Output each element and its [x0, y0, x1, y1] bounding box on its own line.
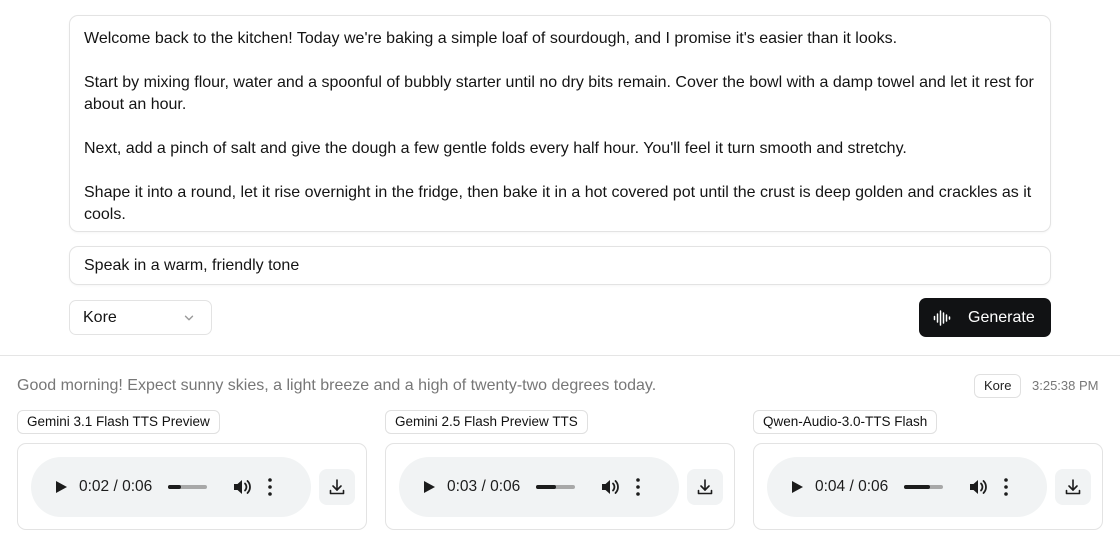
model-label: Gemini 2.5 Flash Preview TTS	[385, 410, 588, 434]
download-button[interactable]	[319, 469, 355, 505]
style-instructions-value: Speak in a warm, friendly tone	[84, 257, 300, 274]
audio-seek-bar[interactable]	[168, 485, 208, 489]
result-transcript: Good morning! Expect sunny skies, a ligh…	[17, 377, 657, 394]
script-paragraph: Next, add a pinch of salt and give the d…	[84, 140, 907, 157]
script-paragraph: Shape it into a round, let it rise overn…	[84, 184, 1032, 223]
audio-waveform-icon	[933, 309, 951, 326]
download-button[interactable]	[1055, 469, 1091, 505]
volume-icon[interactable]	[968, 477, 988, 497]
generate-label: Generate	[968, 308, 1035, 326]
more-vertical-icon[interactable]	[268, 478, 273, 496]
audio-time: 0:02 / 0:06	[79, 478, 153, 495]
result-voice-badge: Kore	[974, 374, 1022, 398]
volume-icon[interactable]	[232, 477, 252, 497]
download-icon	[329, 479, 345, 495]
style-instructions-input[interactable]: Speak in a warm, friendly tone	[69, 246, 1051, 285]
play-icon[interactable]	[54, 480, 68, 494]
script-paragraph: Start by mixing flour, water and a spoon…	[84, 74, 1034, 113]
voice-select[interactable]: Kore	[69, 300, 212, 335]
script-textarea[interactable]: Welcome back to the kitchen! Today we're…	[69, 15, 1051, 232]
chevron-down-icon	[184, 315, 194, 320]
audio-player[interactable]: 0:02 / 0:06	[31, 457, 311, 517]
audio-output-card: 0:02 / 0:06	[17, 443, 367, 530]
audio-progress-fill	[904, 485, 931, 489]
audio-progress-fill	[168, 485, 182, 489]
generate-button[interactable]: Generate	[919, 298, 1051, 337]
audio-progress-fill	[536, 485, 556, 489]
audio-seek-bar[interactable]	[536, 485, 576, 489]
audio-output-card: 0:04 / 0:06	[753, 443, 1103, 530]
voice-select-value: Kore	[83, 309, 117, 326]
download-icon	[697, 479, 713, 495]
audio-time: 0:03 / 0:06	[447, 478, 521, 495]
download-button[interactable]	[687, 469, 723, 505]
audio-time: 0:04 / 0:06	[815, 478, 889, 495]
volume-icon[interactable]	[600, 477, 620, 497]
script-paragraph: Welcome back to the kitchen! Today we're…	[84, 30, 898, 47]
play-icon[interactable]	[790, 480, 804, 494]
model-label: Qwen-Audio-3.0-TTS Flash	[753, 410, 938, 434]
result-timestamp: 3:25:38 PM	[1032, 378, 1099, 393]
more-vertical-icon[interactable]	[1004, 478, 1009, 496]
audio-output-card: 0:03 / 0:06	[385, 443, 735, 530]
play-icon[interactable]	[422, 480, 436, 494]
more-vertical-icon[interactable]	[636, 478, 641, 496]
audio-player[interactable]: 0:03 / 0:06	[399, 457, 679, 517]
model-label: Gemini 3.1 Flash TTS Preview	[17, 410, 220, 434]
download-icon	[1065, 479, 1081, 495]
audio-seek-bar[interactable]	[904, 485, 944, 489]
section-divider	[0, 355, 1120, 356]
audio-player[interactable]: 0:04 / 0:06	[767, 457, 1047, 517]
